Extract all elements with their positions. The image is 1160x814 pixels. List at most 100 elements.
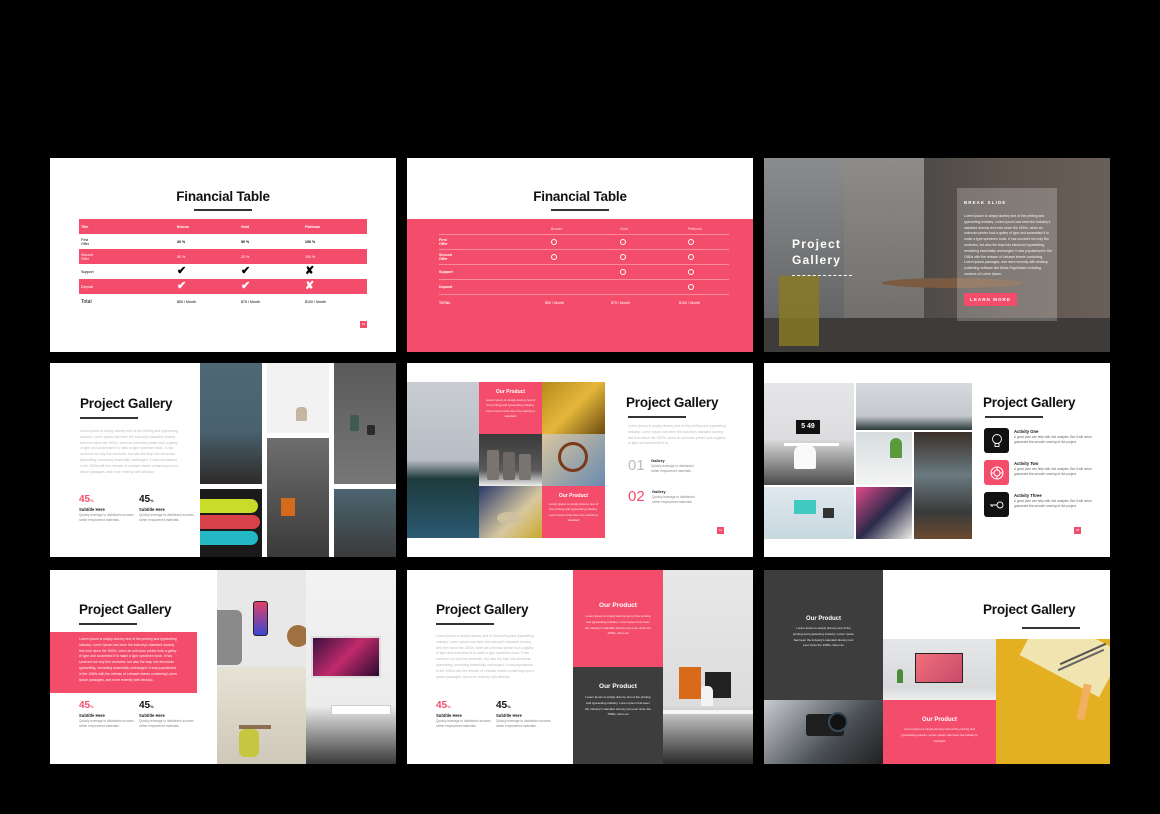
monitor-desk-photo bbox=[306, 570, 396, 764]
slide-title: Financial Table bbox=[176, 189, 270, 204]
product-card: Our Product Lorem Ipsum is simply dummy … bbox=[883, 700, 996, 764]
slide-gallery-1[interactable]: Project Gallery Lorem Ipsum is simply du… bbox=[50, 363, 396, 557]
stat-value: 45% bbox=[79, 700, 94, 711]
cell: $50 / Month bbox=[545, 300, 564, 305]
slide-title: Project Gallery bbox=[79, 602, 172, 617]
break-kicker: BREAK SLIDE bbox=[964, 200, 1007, 205]
circle-check-icon bbox=[551, 239, 557, 245]
slide-title: Project Gallery bbox=[436, 602, 529, 617]
row-label: Support bbox=[81, 269, 94, 274]
stat-subtitle: Subtitle Here bbox=[436, 713, 462, 718]
table-header-row: Title Bronze Gold Platinum bbox=[79, 219, 367, 234]
plant-photo bbox=[856, 432, 912, 485]
break-card: BREAK SLIDE Lorem Ipsum is simply dummy … bbox=[957, 188, 1057, 321]
activity-desc: A good plan can help with risk analysis.… bbox=[1014, 467, 1092, 476]
key-icon bbox=[984, 492, 1009, 517]
slide-gallery-5[interactable]: Project Gallery Lorem Ipsum is simply du… bbox=[407, 570, 753, 764]
header-cell: Gold bbox=[620, 226, 628, 231]
slide-gallery-2[interactable]: Our Product Lorem Ipsum is simply dummy … bbox=[407, 363, 753, 557]
slide-break[interactable]: Project Gallery BREAK SLIDE Lorem Ipsum … bbox=[764, 158, 1110, 352]
table-row: Second Offer 50 % 20 % 100 % bbox=[79, 249, 367, 264]
speakers-photo bbox=[479, 434, 542, 486]
circle-check-icon bbox=[688, 239, 694, 245]
stat-desc: Quickly leverage to distributed sources … bbox=[139, 719, 194, 728]
stat-block: 45% Subtitle Here Quickly leverage to di… bbox=[436, 700, 491, 729]
phone-desk-photo bbox=[856, 383, 972, 430]
page-number: 11 bbox=[717, 527, 724, 534]
table-row: Deposit bbox=[439, 280, 729, 295]
title-underline bbox=[436, 623, 494, 625]
title-underline bbox=[1022, 627, 1080, 629]
stat-desc: Quickly leverage to distributed sources … bbox=[79, 719, 134, 728]
circle-check-icon bbox=[620, 269, 626, 275]
cell: $75 / Month bbox=[241, 299, 260, 304]
stat-desc: Quickly leverage to distributed sources … bbox=[436, 719, 491, 728]
table-row: Second Offer bbox=[439, 250, 729, 265]
stat-subtitle: Subtitle Here bbox=[139, 507, 165, 512]
slide-title: Project Gallery bbox=[983, 602, 1076, 617]
check-icon: ✔ bbox=[241, 280, 251, 292]
pink-text-box: Lorem Ipsum is simply dummy text of the … bbox=[50, 632, 197, 693]
page-number: 18 bbox=[1074, 527, 1081, 534]
break-body: Lorem Ipsum is simply dummy text of the … bbox=[964, 214, 1052, 276]
table-header-row: Bronze Gold Platinum bbox=[439, 223, 729, 235]
title-underline bbox=[985, 416, 1043, 418]
row-label: Deposit bbox=[439, 285, 453, 289]
stat-value: 45% bbox=[496, 700, 511, 711]
shelf-photo bbox=[663, 570, 753, 764]
yellow-stationery-photo bbox=[996, 639, 1110, 764]
circle-check-icon bbox=[688, 284, 694, 290]
table-row: Support bbox=[439, 265, 729, 280]
slide-gallery-3[interactable]: 5 49 Project Gallery Activity One A good… bbox=[764, 363, 1110, 557]
lifebuoy-icon bbox=[984, 460, 1009, 485]
slide-body: Lorem Ipsum is simply dummy text of the … bbox=[79, 637, 178, 682]
cell: $75 / Month bbox=[611, 300, 630, 305]
item-title: Gallery bbox=[651, 458, 665, 463]
stat-block: 45% Subtitle Here Quickly leverage to di… bbox=[139, 494, 194, 523]
monitor-photo bbox=[764, 487, 854, 539]
object-photo bbox=[479, 486, 542, 538]
slide-financial-table-2[interactable]: Financial Table Bronze Gold Platinum Fir… bbox=[407, 158, 753, 352]
slide-gallery-4[interactable]: Project Gallery Lorem Ipsum is simply du… bbox=[50, 570, 396, 764]
dashed-divider bbox=[792, 275, 852, 276]
check-icon: ✔ bbox=[241, 265, 251, 277]
table-total-row: Total $50 / Month $75 / Month $100 / Mon… bbox=[79, 294, 367, 309]
desk-clock-photo: 5 49 bbox=[764, 383, 854, 485]
stat-block: 45% Subtitle Here Quickly leverage to di… bbox=[79, 700, 134, 729]
row-label: TOTAL bbox=[439, 300, 451, 305]
yellow-chair bbox=[779, 276, 819, 346]
slide-gallery-6[interactable]: Our Product Lorem Ipsum is simply dummy … bbox=[764, 570, 1110, 764]
learn-more-button[interactable]: LEARN MORE bbox=[964, 293, 1017, 306]
row-label: First Offer bbox=[81, 237, 89, 246]
cross-icon: ✘ bbox=[305, 265, 315, 277]
office-photo bbox=[914, 432, 972, 539]
activity-item: Activity One A good plan can help with r… bbox=[1014, 429, 1099, 445]
product-title: Our Product bbox=[599, 683, 637, 690]
desk-photo bbox=[200, 363, 262, 484]
check-icon: ✔ bbox=[177, 280, 187, 292]
cross-icon: ✘ bbox=[305, 280, 315, 292]
cell: 50 % bbox=[177, 254, 186, 259]
activity-title: Activity Two bbox=[1014, 461, 1039, 466]
table-total-row: TOTAL $50 / Month $75 / Month $100 / Mon… bbox=[439, 295, 729, 310]
stat-desc: Quickly leverage to distributed sources … bbox=[79, 513, 134, 522]
row-label: Second Offer bbox=[81, 252, 94, 261]
spoons-photo bbox=[200, 489, 262, 557]
page-number: 15 bbox=[360, 321, 367, 328]
lightbulb-icon bbox=[984, 428, 1009, 453]
activity-desc: A good plan can help with risk analysis.… bbox=[1014, 499, 1092, 508]
lamp-photo bbox=[542, 382, 605, 434]
slide-financial-table-1[interactable]: Financial Table Title Bronze Gold Platin… bbox=[50, 158, 396, 352]
chair-photo bbox=[267, 363, 329, 433]
stat-value: 45% bbox=[139, 700, 154, 711]
phone-flatlay-photo bbox=[217, 570, 306, 667]
stat-subtitle: Subtitle Here bbox=[79, 713, 105, 718]
cell: $50 / Month bbox=[177, 299, 196, 304]
slide-title: Project Gallery bbox=[792, 236, 841, 268]
row-label: First Offer bbox=[439, 238, 448, 246]
title-underline bbox=[551, 209, 609, 211]
product-body: Lorem Ipsum is simply dummy text of the … bbox=[548, 502, 599, 523]
stat-value: 45% bbox=[436, 700, 451, 711]
activity-item: Activity Three A good plan can help with… bbox=[1014, 493, 1099, 509]
cell: 100 % bbox=[305, 254, 316, 259]
